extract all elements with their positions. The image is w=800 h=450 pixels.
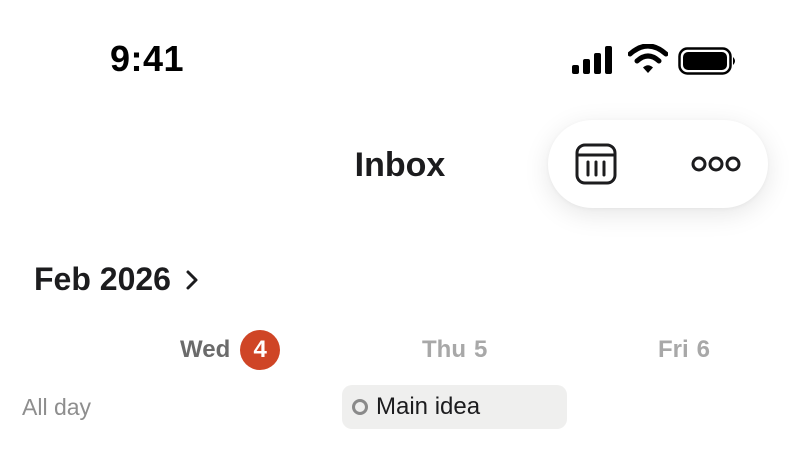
weekday-label: Thu <box>422 336 466 363</box>
day-date: 5 <box>473 336 488 363</box>
calendar-view-button[interactable] <box>572 140 620 188</box>
chevron-right-icon <box>186 270 198 290</box>
more-icon <box>691 156 741 172</box>
signal-icon <box>572 46 612 74</box>
status-icons <box>572 44 738 76</box>
weekday-label: Wed <box>180 336 231 363</box>
battery-icon <box>678 47 735 75</box>
event-title: Main idea <box>376 393 481 420</box>
day-header-thu[interactable]: Thu 5 <box>422 332 487 368</box>
day-header-fri[interactable]: Fri 6 <box>658 332 710 368</box>
page-title: Inbox <box>354 146 446 184</box>
month-label: Feb 2026 <box>34 260 171 297</box>
calendar-icon <box>575 143 617 185</box>
day-header-wed[interactable]: Wed 4 <box>180 330 281 370</box>
all-day-label: All day <box>22 394 92 420</box>
month-selector[interactable]: Feb 2026 <box>34 258 199 300</box>
today-date-badge: 4 <box>240 330 281 370</box>
weekday-label: Fri <box>658 336 689 363</box>
wifi-icon <box>628 44 668 73</box>
all-day-event[interactable]: Main idea <box>342 385 567 429</box>
app-screen: 9:41 Inbox Feb 2026 Wed 4 Thu 5 Fri 6 Al… <box>0 0 800 450</box>
day-date: 6 <box>696 336 711 363</box>
toolbar-pill <box>548 120 768 208</box>
more-options-button[interactable] <box>688 140 744 188</box>
event-status-icon <box>352 399 368 415</box>
status-time: 9:41 <box>110 38 185 79</box>
